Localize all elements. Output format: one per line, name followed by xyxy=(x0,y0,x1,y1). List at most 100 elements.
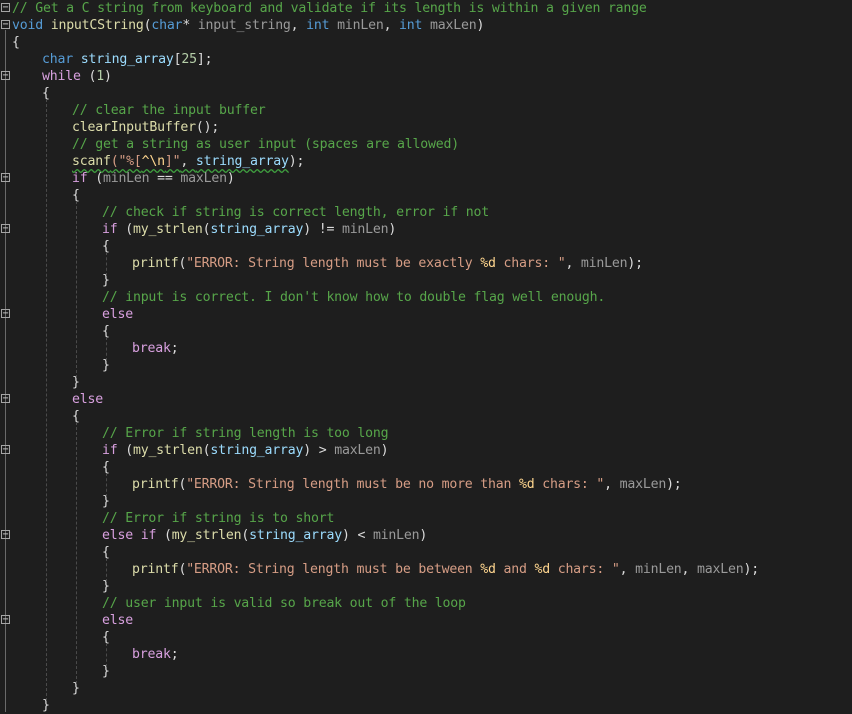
code-text: break; xyxy=(132,340,179,357)
code-token: // clear the input buffer xyxy=(72,103,266,118)
code-editor[interactable]: −// Get a C string from keyboard and val… xyxy=(0,0,852,714)
code-line[interactable]: printf("ERROR: String length must be no … xyxy=(0,476,852,493)
code-line[interactable]: { xyxy=(0,408,852,425)
code-line[interactable]: − if (my_strlen(string_array) > maxLen) xyxy=(0,442,852,459)
indent-guide xyxy=(76,422,77,684)
code-token: maxLen xyxy=(619,477,667,492)
code-token: maxLen xyxy=(697,562,744,577)
code-line[interactable]: char string_array[25]; xyxy=(0,51,852,68)
code-line[interactable]: } xyxy=(0,493,852,510)
code-token: , xyxy=(619,562,636,577)
code-token: string_array xyxy=(210,222,304,237)
code-token: 25 xyxy=(181,52,197,67)
code-token: * xyxy=(182,18,198,33)
code-line[interactable]: { xyxy=(0,459,852,476)
code-token: , xyxy=(565,256,581,271)
code-line[interactable]: // Error if string length is too long xyxy=(0,425,852,442)
code-token: // check if string is correct length, er… xyxy=(102,205,489,220)
fold-minus-icon[interactable]: − xyxy=(1,309,10,319)
code-token: inputCString xyxy=(50,18,144,33)
code-line[interactable]: break; xyxy=(0,340,852,357)
code-line[interactable]: − if (minLen == maxLen) xyxy=(0,170,852,187)
code-token: ^\n xyxy=(141,154,165,169)
code-line[interactable]: } xyxy=(0,663,852,680)
fold-minus-icon[interactable]: − xyxy=(1,394,10,404)
code-line[interactable]: } xyxy=(0,697,852,714)
code-line[interactable]: { xyxy=(0,238,852,255)
code-line[interactable]: // input is correct. I don't know how to… xyxy=(0,289,852,306)
code-line[interactable]: clearInputBuffer(); xyxy=(0,119,852,136)
code-text: if (my_strlen(string_array) != minLen) xyxy=(102,221,396,238)
code-line[interactable]: − else if (my_strlen(string_array) < minL… xyxy=(0,527,852,544)
code-token: if xyxy=(102,443,118,458)
code-token: ); xyxy=(288,154,305,169)
code-line[interactable]: { xyxy=(0,34,852,51)
code-token: ) != xyxy=(303,222,342,237)
code-token: ) xyxy=(476,18,485,33)
code-text: printf("ERROR: String length must be exa… xyxy=(132,255,643,272)
fold-minus-icon[interactable]: − xyxy=(1,530,10,540)
code-line[interactable]: − if (my_strlen(string_array) != minLen) xyxy=(0,221,852,238)
code-token: chars: " xyxy=(495,256,566,271)
code-line[interactable]: printf("ERROR: String length must be bet… xyxy=(0,561,852,578)
code-line[interactable]: // get a string as user input (spaces ar… xyxy=(0,136,852,153)
code-line[interactable]: } xyxy=(0,374,852,391)
code-line[interactable]: − else xyxy=(0,306,852,323)
code-token: ); xyxy=(627,256,643,271)
fold-minus-icon[interactable]: − xyxy=(1,445,10,455)
code-line[interactable]: { xyxy=(0,544,852,561)
code-text: scanf("%[^\n]", string_array); xyxy=(72,153,304,170)
code-token: ; xyxy=(170,647,179,662)
code-line[interactable]: } xyxy=(0,357,852,374)
code-token: maxLen xyxy=(430,18,477,33)
code-line[interactable]: − else xyxy=(0,391,852,408)
code-line[interactable]: −// Get a C string from keyboard and val… xyxy=(0,0,852,17)
code-token: maxLen xyxy=(334,443,381,458)
indent-guide xyxy=(106,252,107,276)
fold-minus-icon[interactable]: − xyxy=(1,71,10,81)
code-line[interactable]: break; xyxy=(0,646,852,663)
code-token: ) < xyxy=(341,528,373,543)
code-token: ) xyxy=(388,222,397,237)
code-token: ) > xyxy=(303,443,335,458)
fold-minus-icon[interactable]: − xyxy=(1,3,10,13)
code-line[interactable]: − else xyxy=(0,612,852,629)
fold-minus-icon[interactable]: − xyxy=(1,615,10,625)
fold-minus-icon[interactable]: − xyxy=(1,224,10,234)
code-token: { xyxy=(12,35,20,50)
code-line[interactable]: printf("ERROR: String length must be exa… xyxy=(0,255,852,272)
code-line[interactable]: // clear the input buffer xyxy=(0,102,852,119)
code-text: printf("ERROR: String length must be no … xyxy=(132,476,682,493)
code-line[interactable]: { xyxy=(0,85,852,102)
fold-minus-icon[interactable]: − xyxy=(1,20,10,30)
fold-minus-icon[interactable]: − xyxy=(1,173,10,183)
code-token: %d xyxy=(519,477,535,492)
code-line[interactable]: // check if string is correct length, er… xyxy=(0,204,852,221)
code-token: ( xyxy=(117,443,133,458)
code-token: ) xyxy=(103,69,112,84)
code-line[interactable]: } xyxy=(0,272,852,289)
code-line[interactable]: // Error if string is to short xyxy=(0,510,852,527)
code-line[interactable]: } xyxy=(0,680,852,697)
code-token: char xyxy=(42,52,73,67)
code-line[interactable]: scanf("%[^\n]", string_array); xyxy=(0,153,852,170)
code-text: { xyxy=(12,34,20,51)
code-line[interactable]: // user input is valid so break out of t… xyxy=(0,595,852,612)
code-line[interactable]: } xyxy=(0,578,852,595)
code-line[interactable]: { xyxy=(0,629,852,646)
code-token: if xyxy=(102,222,118,237)
code-token: ) xyxy=(419,528,428,543)
indent-guide xyxy=(76,201,77,378)
code-line[interactable]: { xyxy=(0,323,852,340)
code-text: // check if string is correct length, er… xyxy=(102,204,489,221)
code-line[interactable]: { xyxy=(0,187,852,204)
code-line[interactable]: − while (1) xyxy=(0,68,852,85)
code-token: // input is correct. I don't know how to… xyxy=(102,290,606,305)
code-token: break xyxy=(132,341,171,356)
code-line[interactable]: − void inputCString(char* input_string, i… xyxy=(0,17,852,34)
